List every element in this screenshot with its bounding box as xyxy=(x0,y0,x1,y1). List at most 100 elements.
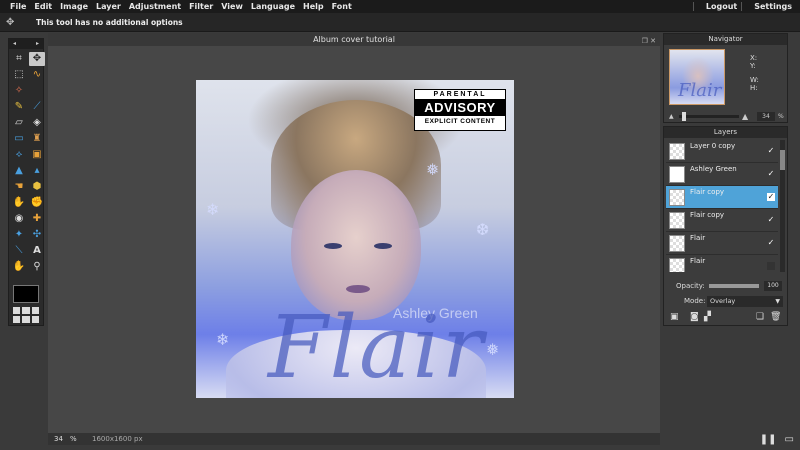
menu-help[interactable]: Help xyxy=(299,1,328,12)
toolbox-layout-icon[interactable] xyxy=(13,307,39,323)
type-tool-icon[interactable]: A xyxy=(29,244,45,258)
menu-image[interactable]: Image xyxy=(56,1,92,12)
color-picker-tool-icon[interactable]: ⟍ xyxy=(11,244,27,258)
brush-tool-icon[interactable]: ⟋ xyxy=(29,100,45,114)
bottom-right-controls: ❚❚ ▭ xyxy=(760,434,794,445)
visibility-checkbox[interactable]: ✓ xyxy=(767,147,775,155)
navigator-zoom-input[interactable]: 34 xyxy=(757,112,775,121)
thumbnail-flair-text: Flair xyxy=(678,80,722,101)
layer-styles-icon[interactable]: ▣ xyxy=(670,312,679,322)
document-size: 1600x1600 px xyxy=(92,435,143,443)
menu-font[interactable]: Font xyxy=(328,1,356,12)
collapse-left-icon[interactable]: ◂ xyxy=(13,39,16,49)
new-layer-icon[interactable]: ❏ xyxy=(756,312,764,322)
menu-language[interactable]: Language xyxy=(247,1,299,12)
layers-header[interactable]: Layers xyxy=(664,127,787,138)
layer-thumbnail xyxy=(669,166,685,183)
layer-row[interactable]: Flair xyxy=(666,255,778,272)
marquee-tool-icon[interactable]: ⬚ xyxy=(11,68,27,82)
visibility-checkbox[interactable]: ✓ xyxy=(767,193,775,201)
sponge-tool-icon[interactable]: ⬢ xyxy=(29,180,45,194)
bucket-tool-icon[interactable]: ◈ xyxy=(29,116,45,130)
h-label: H: xyxy=(750,84,758,92)
restore-icon[interactable]: ❐ xyxy=(642,37,648,45)
mode-row: Mode: Overlay ▼ xyxy=(684,296,784,307)
fullscreen-icon[interactable]: ▭ xyxy=(785,434,794,445)
menu-edit[interactable]: Edit xyxy=(30,1,56,12)
blend-mode-select[interactable]: Overlay ▼ xyxy=(707,296,783,307)
menu-file[interactable]: File xyxy=(6,1,30,12)
smudge-tool-icon[interactable]: ☚ xyxy=(11,180,27,194)
layer-thumbnail xyxy=(669,143,685,160)
layer-name: Layer 0 copy xyxy=(690,142,736,150)
document-title-bar[interactable]: Album cover tutorial ❐ ✕ xyxy=(48,33,660,46)
bloat-tool-icon[interactable]: ✦ xyxy=(11,228,27,242)
menu-layer[interactable]: Layer xyxy=(92,1,125,12)
move-tool-icon[interactable]: ✥ xyxy=(29,52,45,66)
dodge-tool-icon[interactable]: ✋ xyxy=(11,196,27,210)
menu-separator xyxy=(741,2,750,11)
zoom-unit: % xyxy=(70,435,77,443)
color-replace-tool-icon[interactable]: ⟡ xyxy=(11,148,27,162)
advisory-line-3: EXPLICIT CONTENT xyxy=(415,115,505,127)
tool-options-message: This tool has no additional options xyxy=(36,18,183,27)
zoom-out-icon[interactable]: ▲ xyxy=(669,113,674,120)
frost-branch-icon: ❄ xyxy=(216,330,230,349)
settings-link[interactable]: Settings xyxy=(750,1,796,12)
zoom-slider-handle[interactable] xyxy=(682,112,686,121)
image-canvas[interactable]: ❄ ❅ ❆ ❄ ❅ PARENTAL ADVISORY EXPLICIT CON… xyxy=(196,80,514,398)
visibility-checkbox[interactable]: ✓ xyxy=(767,239,775,247)
hand-tool-icon[interactable]: ✋ xyxy=(11,260,27,274)
zoom-input[interactable]: 34 xyxy=(54,433,63,445)
layer-mask-icon[interactable]: ◙ xyxy=(690,312,699,322)
burn-tool-icon[interactable]: ✊ xyxy=(29,196,45,210)
crop-tool-icon[interactable]: ⌗ xyxy=(11,52,27,66)
pinch-tool-icon[interactable]: ✣ xyxy=(29,228,45,242)
logout-link[interactable]: Logout xyxy=(702,1,741,12)
spot-heal-tool-icon[interactable]: ✚ xyxy=(29,212,45,226)
menu-filter[interactable]: Filter xyxy=(185,1,217,12)
gradient-tool-icon[interactable]: ▭ xyxy=(11,132,27,146)
zoom-slider[interactable] xyxy=(679,115,739,118)
layer-row-selected[interactable]: Flair copy ✓ xyxy=(666,186,778,209)
pencil-tool-icon[interactable]: ✎ xyxy=(11,100,27,114)
close-icon[interactable]: ✕ xyxy=(650,37,656,45)
visibility-checkbox[interactable]: ✓ xyxy=(767,170,775,178)
magic-wand-tool-icon[interactable]: ✧ xyxy=(11,84,27,98)
move-tool-icon: ✥ xyxy=(6,17,15,28)
stamp-tool-icon[interactable]: ♜ xyxy=(29,132,45,146)
red-eye-tool-icon[interactable]: ◉ xyxy=(11,212,27,226)
zoom-in-icon[interactable]: ▲ xyxy=(742,112,748,121)
navigator-coordinates: X: Y: W: H: xyxy=(750,54,759,92)
menu-view[interactable]: View xyxy=(217,1,247,12)
navigator-thumbnail[interactable]: Flair xyxy=(669,49,725,105)
layer-name: Flair xyxy=(690,234,706,242)
delete-layer-icon[interactable]: 🗑 xyxy=(770,312,781,322)
advisory-line-1: PARENTAL xyxy=(415,90,505,100)
layer-row[interactable]: Flair copy ✓ xyxy=(666,209,778,232)
layer-row[interactable]: Layer 0 copy ✓ xyxy=(666,140,778,163)
layers-scrollbar-thumb[interactable] xyxy=(780,150,785,170)
layer-row[interactable]: Ashley Green ✓ xyxy=(666,163,778,186)
toolbox-header[interactable]: ◂ ▸ xyxy=(9,39,43,49)
menu-adjustment[interactable]: Adjustment xyxy=(125,1,185,12)
collapse-right-icon[interactable]: ▸ xyxy=(36,39,39,49)
zoom-tool-icon[interactable]: ⚲ xyxy=(29,260,45,274)
lasso-tool-icon[interactable]: ∿ xyxy=(29,68,45,82)
opacity-input[interactable]: 100 xyxy=(764,281,782,291)
foreground-color-swatch[interactable] xyxy=(13,285,39,303)
navigator-header[interactable]: Navigator xyxy=(664,34,787,45)
adjust-layer-icon[interactable]: ▞ xyxy=(704,312,711,322)
blur-tool-icon[interactable]: ▲ xyxy=(11,164,27,178)
navigator-zoom-row: ▲ ▲ 34 % xyxy=(669,112,784,121)
pause-icon[interactable]: ❚❚ xyxy=(760,434,777,445)
canvas-lips xyxy=(346,285,370,293)
visibility-checkbox[interactable] xyxy=(767,262,775,270)
layers-scrollbar[interactable] xyxy=(780,140,785,272)
eraser-tool-icon[interactable]: ▱ xyxy=(11,116,27,130)
drawing-tool-icon[interactable]: ▣ xyxy=(29,148,45,162)
sharpen-tool-icon[interactable]: ▴ xyxy=(29,164,45,178)
opacity-slider[interactable] xyxy=(709,284,759,288)
visibility-checkbox[interactable]: ✓ xyxy=(767,216,775,224)
layer-row[interactable]: Flair ✓ xyxy=(666,232,778,255)
